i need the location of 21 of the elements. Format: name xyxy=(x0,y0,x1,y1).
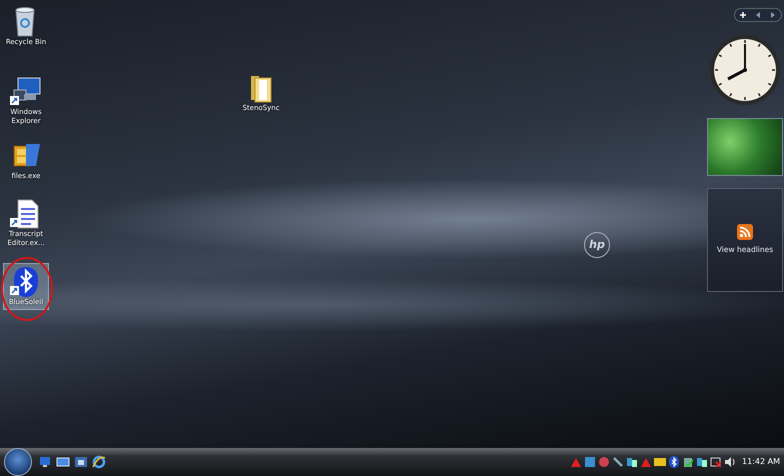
bluetooth-icon[interactable] xyxy=(668,456,680,468)
tray-app-icon[interactable] xyxy=(682,456,694,468)
next-icon[interactable] xyxy=(769,11,778,19)
tray-app-icon[interactable] xyxy=(584,456,596,468)
volume-icon[interactable] xyxy=(724,456,736,468)
window-switch-icon[interactable] xyxy=(74,455,88,469)
add-icon[interactable] xyxy=(738,11,747,19)
rss-icon xyxy=(737,224,753,240)
network-icon[interactable] xyxy=(696,456,708,468)
analog-clock-drawing xyxy=(709,34,781,106)
taskbar-clock[interactable]: 11:42 AM xyxy=(742,456,780,468)
previous-icon[interactable] xyxy=(754,11,762,19)
show-desktop-icon[interactable] xyxy=(38,455,52,469)
logo: hp xyxy=(584,232,610,258)
monitor-icon[interactable] xyxy=(56,455,70,469)
browser-icon[interactable] xyxy=(92,455,106,469)
tray-app-icon[interactable] xyxy=(654,456,666,468)
start-button[interactable] xyxy=(4,448,32,476)
computer-icon xyxy=(10,76,42,108)
network-icon[interactable] xyxy=(626,456,638,468)
network-disconnected-icon[interactable] xyxy=(710,456,722,468)
